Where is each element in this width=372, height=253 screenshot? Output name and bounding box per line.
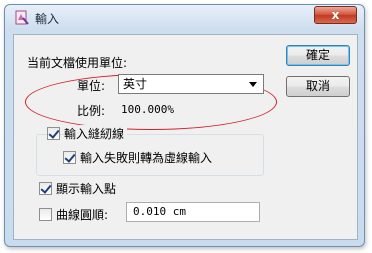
ok-button[interactable]: 確定: [286, 45, 350, 66]
unit-select[interactable]: 英寸: [118, 74, 264, 94]
curve-smooth-input[interactable]: 0.010 cm: [126, 202, 260, 222]
curve-smooth-checkbox[interactable]: [39, 208, 52, 221]
show-points-label: 顯示輸入點: [56, 182, 117, 196]
convert-dashed-label: 輸入失敗則轉為虛線輸入: [80, 151, 213, 165]
convert-dashed-checkbox[interactable]: [63, 151, 76, 164]
dialog-body: 当前文檔使用單位: 單位: 英寸 比例: 100.000% 輸入縫紉線 輸入失敗…: [13, 34, 358, 240]
unit-select-value: 英寸: [123, 77, 148, 91]
app-icon: [14, 10, 30, 26]
show-points-checkbox[interactable]: [39, 182, 52, 195]
units-section-label: 当前文檔使用單位:: [27, 56, 128, 70]
scale-label: 比例:: [77, 104, 106, 118]
unit-label: 單位:: [77, 79, 106, 93]
scale-value: 100.000%: [121, 103, 174, 116]
dialog-window: 輸入 x 当前文檔使用單位: 單位: 英寸 比例: 100.000% 輸入縫紉線…: [4, 4, 365, 247]
close-button[interactable]: x: [314, 6, 357, 24]
input-wire-label: 輸入縫紉線: [64, 125, 128, 142]
curve-smooth-label: 曲線圓順:: [56, 208, 109, 222]
input-wire-checkbox[interactable]: [47, 127, 60, 140]
window-title: 輸入: [35, 12, 60, 26]
cancel-button[interactable]: 取消: [286, 76, 350, 97]
title-bar: 輸入 x: [5, 5, 364, 31]
dropdown-arrow-icon[interactable]: [249, 82, 257, 87]
